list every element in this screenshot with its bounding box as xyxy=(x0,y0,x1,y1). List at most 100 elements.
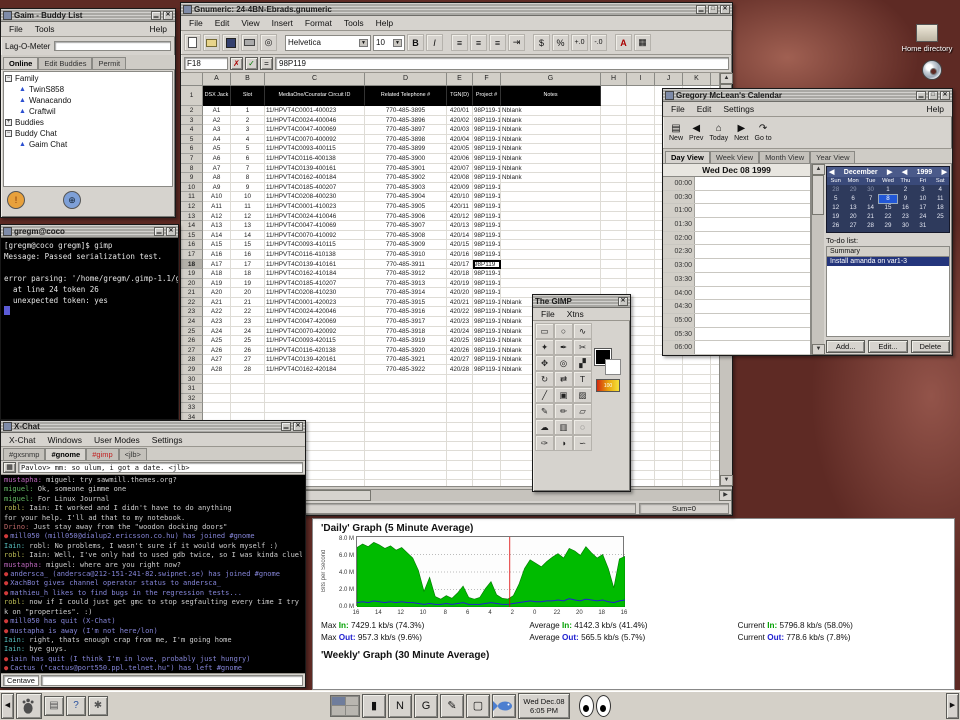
cell-B13[interactable]: 12 xyxy=(231,212,265,222)
cell-F1[interactable]: Project # xyxy=(473,86,501,106)
cell-E32[interactable] xyxy=(447,394,473,404)
cell-F31[interactable] xyxy=(473,384,501,394)
select-all-corner[interactable] xyxy=(181,73,203,86)
cell-I13[interactable] xyxy=(627,212,655,222)
cell-I5[interactable] xyxy=(627,135,655,145)
cell-H10[interactable] xyxy=(601,183,627,193)
align-center-button[interactable]: ≡ xyxy=(470,34,487,51)
cell-D29[interactable]: 770-485-3922 xyxy=(365,365,447,375)
close-button[interactable]: ✕ xyxy=(163,11,173,20)
cell-A21[interactable]: A20 xyxy=(203,288,231,298)
cell-F29[interactable]: 98P119-1 xyxy=(473,365,501,375)
row-header-14[interactable]: 14 xyxy=(181,221,203,231)
cell-C25[interactable]: 11/HPVT4C0070-420092 xyxy=(265,327,365,337)
cell-E35[interactable] xyxy=(447,423,473,433)
cell-G4[interactable]: Nblank xyxy=(501,125,601,135)
cell-I11[interactable] xyxy=(627,192,655,202)
clone-tool[interactable]: ▥ xyxy=(554,419,573,435)
row-header-18[interactable]: 18 xyxy=(181,260,203,270)
cell-G17[interactable] xyxy=(501,250,601,260)
cell-F11[interactable]: 98P119-1 xyxy=(473,192,501,202)
cell-I15[interactable] xyxy=(627,231,655,241)
cell-J36[interactable] xyxy=(655,432,683,442)
cell-F8[interactable]: 98P119-1 xyxy=(473,164,501,174)
cell-I21[interactable] xyxy=(627,288,655,298)
day-view-scrollbar[interactable]: ▲ ▼ xyxy=(811,164,824,355)
time-slot-row[interactable]: 02:30 xyxy=(663,245,810,259)
font-color-button[interactable]: A xyxy=(615,34,632,51)
date-cell-27[interactable]: 27 xyxy=(844,222,861,230)
cell-A20[interactable]: A19 xyxy=(203,279,231,289)
toolbar-next-button[interactable]: ▶Next xyxy=(734,124,748,142)
col-header-K[interactable]: K xyxy=(683,73,711,86)
cell-E3[interactable]: 420/02 xyxy=(447,116,473,126)
date-cell-24[interactable]: 24 xyxy=(914,213,931,221)
cell-D24[interactable]: 770-485-3917 xyxy=(365,317,447,327)
cell-B23[interactable]: 22 xyxy=(231,307,265,317)
cell-F21[interactable]: 98P119-1 xyxy=(473,288,501,298)
toolbar-go-to-button[interactable]: ↷Go to xyxy=(755,124,772,142)
date-cell-17[interactable]: 17 xyxy=(914,204,931,212)
cell-K33[interactable] xyxy=(683,403,711,413)
cell-F33[interactable] xyxy=(473,403,501,413)
appointment-slot[interactable] xyxy=(695,341,810,354)
delete-button[interactable]: Delete xyxy=(911,340,950,353)
buddy-group[interactable]: +Buddies xyxy=(5,117,171,128)
buddy-group[interactable]: −Family xyxy=(5,73,171,84)
cell-reference-box[interactable]: F18 xyxy=(184,57,228,70)
warn-icon-button[interactable]: ! xyxy=(7,191,25,209)
row-header-27[interactable]: 27 xyxy=(181,346,203,356)
next-year-arrow[interactable]: ▶ xyxy=(942,168,947,176)
cell-L34[interactable] xyxy=(711,413,719,423)
cell-L32[interactable] xyxy=(711,394,719,404)
date-cell-6[interactable]: 6 xyxy=(844,195,861,203)
cell-D13[interactable]: 770-485-3906 xyxy=(365,212,447,222)
cell-I7[interactable] xyxy=(627,154,655,164)
cell-F38[interactable] xyxy=(473,451,501,461)
cell-B12[interactable]: 11 xyxy=(231,202,265,212)
cell-E28[interactable]: 420/27 xyxy=(447,355,473,365)
cell-I9[interactable] xyxy=(627,173,655,183)
cell-E9[interactable]: 420/08 xyxy=(447,173,473,183)
cell-C20[interactable]: 11/HPVT4C0185-410207 xyxy=(265,279,365,289)
date-cell-19[interactable]: 19 xyxy=(827,213,844,221)
date-cell-23[interactable]: 23 xyxy=(897,213,914,221)
cell-B16[interactable]: 15 xyxy=(231,240,265,250)
cell-E23[interactable]: 420/22 xyxy=(447,307,473,317)
cell-A16[interactable]: A15 xyxy=(203,240,231,250)
center-across-button[interactable]: ⇥ xyxy=(508,34,525,51)
col-header-E[interactable]: E xyxy=(447,73,473,86)
cell-A30[interactable] xyxy=(203,375,231,385)
dodge-burn-tool[interactable]: ◑ xyxy=(554,435,573,451)
row-header-12[interactable]: 12 xyxy=(181,202,203,212)
cell-D26[interactable]: 770-485-3919 xyxy=(365,336,447,346)
cell-D17[interactable]: 770-485-3910 xyxy=(365,250,447,260)
cell-C15[interactable]: 11/HPVT4C0070-410092 xyxy=(265,231,365,241)
cell-B22[interactable]: 21 xyxy=(231,298,265,308)
cell-C27[interactable]: 11/HPVT4C0116-420138 xyxy=(265,346,365,356)
buddy-item[interactable]: ▲Wanacando xyxy=(5,95,171,106)
cell-K38[interactable] xyxy=(683,451,711,461)
cell-I37[interactable] xyxy=(627,442,655,452)
cell-C2[interactable]: 11/HPVT4C0001-400023 xyxy=(265,106,365,116)
cell-L40[interactable] xyxy=(711,471,719,481)
cell-D32[interactable] xyxy=(365,394,447,404)
cell-H14[interactable] xyxy=(601,221,627,231)
menu-view[interactable]: View xyxy=(235,17,265,29)
cell-B3[interactable]: 2 xyxy=(231,116,265,126)
row-header-33[interactable]: 33 xyxy=(181,403,203,413)
time-slot-row[interactable]: 06:00 xyxy=(663,341,810,355)
cell-A26[interactable]: A25 xyxy=(203,336,231,346)
menu-help[interactable]: Help xyxy=(370,17,399,29)
date-cell-22[interactable]: 22 xyxy=(879,213,896,221)
message-input[interactable] xyxy=(41,675,303,686)
cancel-entry-button[interactable]: ✗ xyxy=(230,57,243,70)
background-color[interactable] xyxy=(605,359,621,375)
cell-I41[interactable] xyxy=(627,480,655,486)
cell-J28[interactable] xyxy=(655,355,683,365)
desk-guide-pager[interactable] xyxy=(330,695,360,717)
cell-E29[interactable]: 420/28 xyxy=(447,365,473,375)
tab-month-view[interactable]: Month View xyxy=(759,151,810,163)
collapse-icon[interactable]: − xyxy=(5,75,12,82)
desktop-1[interactable] xyxy=(332,697,345,706)
